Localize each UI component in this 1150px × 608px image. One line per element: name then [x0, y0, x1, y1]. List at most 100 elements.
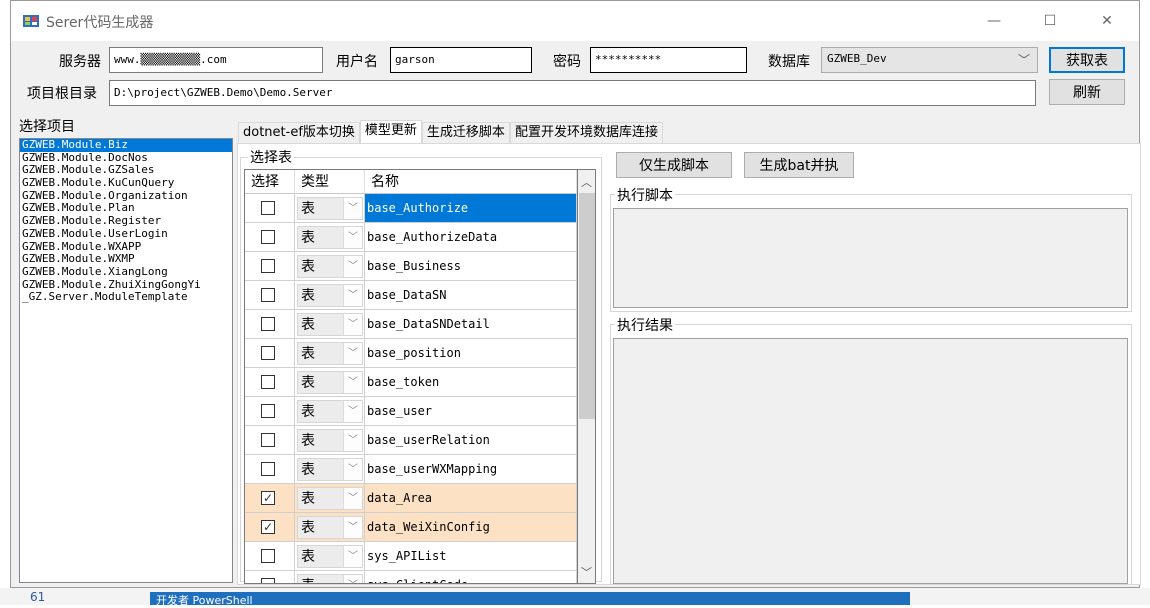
- table-row[interactable]: 表﹀sys_ClientCode: [245, 571, 577, 583]
- generate-bat-and-run-button[interactable]: 生成bat并执: [744, 152, 854, 178]
- chevron-down-icon[interactable]: ﹀: [343, 459, 362, 480]
- row-checkbox[interactable]: [261, 230, 275, 244]
- table-row[interactable]: 表 ﹀ base_DataSN: [245, 281, 577, 310]
- refresh-button[interactable]: 刷新: [1049, 79, 1125, 105]
- table-row[interactable]: ✓ 表 ﹀ data_WeiXinConfig: [245, 513, 577, 542]
- table-row[interactable]: 表 ﹀ base_token: [245, 368, 577, 397]
- scroll-up-icon[interactable]: ︿: [581, 174, 592, 190]
- chevron-down-icon[interactable]: ﹀: [343, 575, 362, 583]
- type-combobox[interactable]: 表﹀: [297, 400, 363, 423]
- list-item[interactable]: GZWEB.Module.Register: [20, 214, 232, 228]
- tab-dotnet-ef-version[interactable]: dotnet-ef版本切换: [238, 122, 360, 144]
- list-item[interactable]: GZWEB.Module.WXMP: [20, 252, 232, 266]
- type-combobox[interactable]: 表﹀: [297, 487, 363, 510]
- table-name-cell[interactable]: base_Business: [365, 252, 577, 281]
- row-checkbox[interactable]: [261, 433, 275, 447]
- table-row[interactable]: 表 ﹀ base_DataSNDetail: [245, 310, 577, 339]
- close-button[interactable]: ✕: [1084, 1, 1130, 41]
- table-name-cell[interactable]: base_DataSNDetail: [365, 310, 577, 339]
- type-combobox[interactable]: 表﹀: [297, 313, 363, 336]
- row-checkbox[interactable]: ✓: [261, 491, 275, 505]
- generate-script-only-button[interactable]: 仅生成脚本: [616, 152, 732, 178]
- type-combobox[interactable]: 表﹀: [297, 458, 363, 481]
- table-row[interactable]: 表 ﹀ base_userRelation: [245, 426, 577, 455]
- chevron-down-icon[interactable]: ﹀: [343, 285, 362, 306]
- table-name-cell[interactable]: base_AuthorizeData: [365, 223, 577, 252]
- type-combobox[interactable]: 表﹀: [297, 255, 363, 278]
- row-checkbox[interactable]: [261, 346, 275, 360]
- table-name-cell[interactable]: data_Area: [365, 484, 577, 513]
- row-checkbox[interactable]: ✓: [261, 520, 275, 534]
- row-checkbox[interactable]: [261, 578, 275, 583]
- tab-model-update[interactable]: 模型更新: [359, 120, 422, 144]
- type-combobox[interactable]: 表﹀: [297, 371, 363, 394]
- list-item[interactable]: GZWEB.Module.UserLogin: [20, 227, 232, 241]
- row-checkbox[interactable]: [261, 462, 275, 476]
- table-row[interactable]: 表 ﹀ base_Authorize: [245, 194, 577, 223]
- table-name-cell[interactable]: base_position: [365, 339, 577, 368]
- chevron-down-icon[interactable]: ﹀: [343, 227, 362, 248]
- table-row[interactable]: 表 ﹀ base_AuthorizeData: [245, 223, 577, 252]
- table-name-cell[interactable]: data_WeiXinConfig: [365, 513, 577, 542]
- row-checkbox[interactable]: [261, 404, 275, 418]
- username-input[interactable]: garson: [390, 47, 532, 73]
- table-name-cell[interactable]: base_user: [365, 397, 577, 426]
- table-row[interactable]: 表 ﹀ base_userWXMapping: [245, 455, 577, 484]
- table-name-cell[interactable]: base_token: [365, 368, 577, 397]
- exec-script-textbox[interactable]: [613, 208, 1128, 308]
- row-checkbox[interactable]: [261, 317, 275, 331]
- type-combobox[interactable]: 表﹀: [297, 429, 363, 452]
- table-name-cell[interactable]: base_Authorize: [365, 194, 577, 223]
- type-combobox[interactable]: 表﹀: [297, 226, 363, 249]
- table-name-cell[interactable]: base_userWXMapping: [365, 455, 577, 484]
- minimize-button[interactable]: —: [971, 1, 1017, 41]
- chevron-down-icon[interactable]: ﹀: [343, 401, 362, 422]
- column-header-name[interactable]: 名称: [365, 170, 577, 194]
- table-row[interactable]: 表 ﹀ base_Business: [245, 252, 577, 281]
- grid-scrollbar[interactable]: ︿ ﹀: [578, 169, 596, 584]
- column-header-type[interactable]: 类型: [295, 170, 365, 194]
- project-list[interactable]: GZWEB.Module.Biz GZWEB.Module.DocNos GZW…: [19, 138, 233, 583]
- password-input[interactable]: **********: [590, 47, 747, 73]
- list-item[interactable]: GZWEB.Module.KuCunQuery: [20, 176, 232, 190]
- type-combobox[interactable]: 表﹀: [297, 284, 363, 307]
- chevron-down-icon[interactable]: ﹀: [343, 546, 362, 567]
- get-tables-button[interactable]: 获取表: [1049, 47, 1125, 73]
- row-checkbox[interactable]: [261, 549, 275, 563]
- table-name-cell[interactable]: base_DataSN: [365, 281, 577, 310]
- table-row[interactable]: 表 ﹀ base_user: [245, 397, 577, 426]
- maximize-button[interactable]: ☐: [1027, 1, 1073, 41]
- chevron-down-icon[interactable]: ﹀: [343, 488, 362, 509]
- type-combobox[interactable]: 表﹀: [297, 574, 363, 583]
- table-name-cell[interactable]: base_userRelation: [365, 426, 577, 455]
- type-combobox[interactable]: 表﹀: [297, 342, 363, 365]
- tab-dev-db-connection[interactable]: 配置开发环境数据库连接: [509, 122, 663, 144]
- exec-result-textbox[interactable]: [613, 338, 1128, 584]
- chevron-down-icon[interactable]: ﹀: [343, 430, 362, 451]
- table-row[interactable]: ✓ 表 ﹀ data_Area: [245, 484, 577, 513]
- row-checkbox[interactable]: [261, 201, 275, 215]
- row-checkbox[interactable]: [261, 288, 275, 302]
- chevron-down-icon[interactable]: ﹀: [343, 256, 362, 277]
- chevron-down-icon[interactable]: ﹀: [343, 517, 362, 538]
- chevron-down-icon[interactable]: ﹀: [343, 198, 362, 219]
- list-item[interactable]: GZWEB.Module.XiangLong: [20, 265, 232, 279]
- list-item[interactable]: GZWEB.Module.Biz: [20, 139, 232, 152]
- server-input[interactable]: www.▒▒▒▒▒▒▒▒▒.com: [109, 47, 323, 73]
- type-combobox[interactable]: 表﹀: [297, 545, 363, 568]
- row-checkbox[interactable]: [261, 375, 275, 389]
- scroll-down-icon[interactable]: ﹀: [581, 564, 592, 580]
- project-root-input[interactable]: D:\project\GZWEB.Demo\Demo.Server: [109, 80, 1036, 106]
- chevron-down-icon[interactable]: ﹀: [343, 343, 362, 364]
- table-row[interactable]: 表 ﹀ sys_APIList: [245, 542, 577, 571]
- type-combobox[interactable]: 表﹀: [297, 197, 363, 220]
- tab-generate-migration[interactable]: 生成迁移脚本: [421, 122, 510, 144]
- table-grid[interactable]: 选择 类型 名称 表 ﹀ base_Authorize 表 ﹀ base_Authoriz…: [244, 169, 578, 584]
- table-row[interactable]: 表 ﹀ base_position: [245, 339, 577, 368]
- type-combobox[interactable]: 表﹀: [297, 516, 363, 539]
- table-name-cell[interactable]: sys_ClientCode: [365, 571, 577, 583]
- chevron-down-icon[interactable]: ﹀: [343, 372, 362, 393]
- column-header-select[interactable]: 选择: [245, 170, 295, 194]
- chevron-down-icon[interactable]: ﹀: [343, 314, 362, 335]
- table-name-cell[interactable]: sys_APIList: [365, 542, 577, 571]
